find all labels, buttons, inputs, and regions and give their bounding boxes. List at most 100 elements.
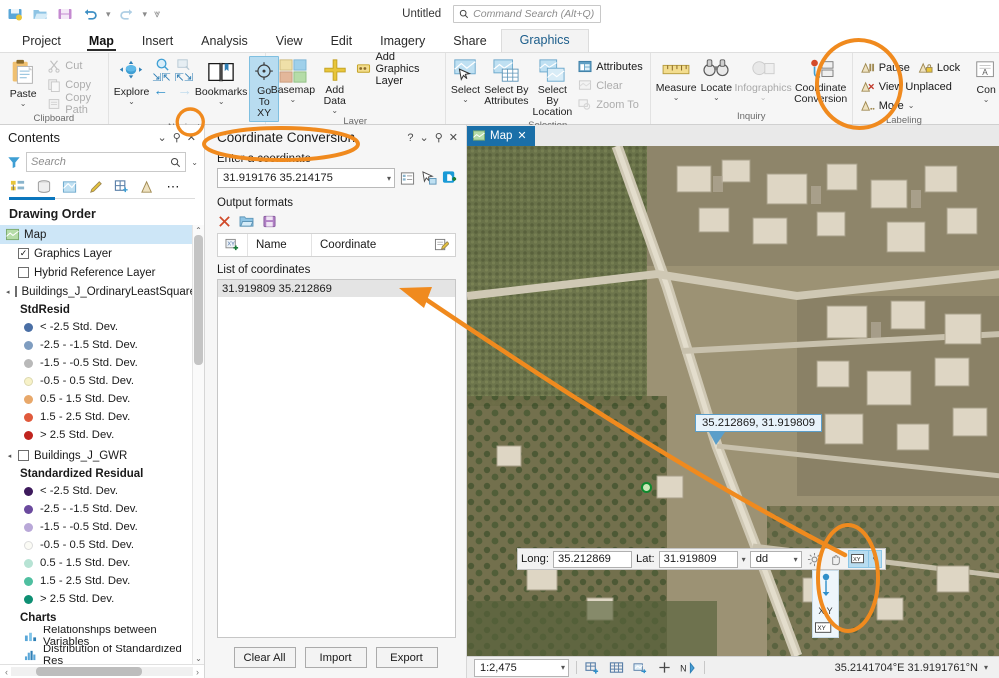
flash-location-icon[interactable] — [806, 551, 823, 568]
contents-vertical-scrollbar[interactable]: ⌃ ⌄ — [192, 225, 204, 664]
xy-capture-icon[interactable]: XY — [848, 550, 869, 568]
coordinates-dropdown-icon[interactable]: ▾ — [984, 663, 988, 672]
view-unplaced-button[interactable]: View Unplaced — [857, 77, 963, 96]
more-labeling-dropdown-icon[interactable]: ⌄ — [908, 102, 915, 109]
buildings-ols-checkbox[interactable] — [15, 286, 17, 297]
bookmarks-button[interactable]: Bookmarks ⌄ — [195, 56, 247, 107]
coordinate-input[interactable]: 31.919176 35.214175 ▾ — [217, 168, 395, 188]
expand-coordinate-icon[interactable] — [399, 170, 416, 187]
measure-dropdown-icon[interactable]: ⌄ — [673, 94, 680, 101]
add-output-format-icon[interactable]: XY — [218, 234, 248, 256]
menu-chevron-icon[interactable]: ⌄ — [417, 131, 432, 144]
ribbon-tab-edit[interactable]: Edit — [317, 31, 367, 52]
save-as-icon[interactable] — [56, 5, 74, 23]
buildings-gwr-checkbox[interactable] — [18, 450, 29, 461]
contents-pin-icon[interactable]: ⚲ — [170, 131, 184, 144]
xy-capture-icon[interactable]: XY — [815, 622, 837, 635]
more-labeling-button[interactable]: More ⌄ — [857, 96, 963, 115]
list-by-snapping-icon[interactable] — [113, 178, 130, 195]
contents-menu-chevron-icon[interactable]: ⌄ — [155, 131, 170, 144]
locate-dropdown-icon[interactable]: ⌄ — [713, 94, 720, 101]
list-by-selection-icon[interactable] — [61, 178, 78, 195]
convert-labels-dropdown-icon[interactable]: ⌄ — [983, 96, 990, 103]
ribbon-tab-graphics[interactable]: Graphics — [501, 29, 589, 52]
xy-dropdown-icon[interactable]: ▾ — [869, 550, 882, 568]
list-by-labeling-icon[interactable] — [139, 178, 156, 195]
clear-all-button[interactable]: Clear All — [234, 647, 296, 668]
select-by-location-button[interactable]: Select By Location — [532, 56, 574, 120]
graphics-layer-checkbox[interactable]: ✓ — [18, 248, 29, 259]
contents-close-icon[interactable]: ✕ — [184, 131, 199, 144]
hybrid-reference-layer-checkbox[interactable] — [18, 267, 29, 278]
add-data-button[interactable]: Add Data ⌄ — [318, 56, 351, 116]
tree-node-graphics-layer[interactable]: ✓ Graphics Layer — [0, 244, 204, 263]
map-view-tab[interactable]: Map ✕ — [467, 126, 535, 146]
undo-icon[interactable] — [81, 5, 99, 23]
coordinate-format-select[interactable]: dd ▾ — [750, 551, 802, 568]
ribbon-tab-view[interactable]: View — [262, 31, 317, 52]
save-formats-icon[interactable] — [262, 214, 276, 228]
list-by-data-source-icon[interactable] — [35, 178, 52, 195]
ribbon-tab-analysis[interactable]: Analysis — [187, 31, 262, 52]
sync-icon[interactable] — [632, 660, 649, 676]
scroll-up-icon[interactable]: ⌃ — [193, 226, 204, 235]
import-button[interactable]: Import — [305, 647, 367, 668]
coordinate-list-item[interactable]: 31.919809 35.212869 — [218, 280, 455, 297]
ribbon-tab-project[interactable]: Project — [8, 31, 75, 52]
explore-button[interactable]: Explore ⌄ — [113, 56, 151, 107]
paste-button[interactable]: Paste ⌄ — [4, 56, 42, 109]
ribbon-tab-map[interactable]: Map — [75, 31, 128, 52]
add-data-dropdown-icon[interactable]: ⌄ — [331, 107, 338, 114]
close-icon[interactable]: ✕ — [517, 129, 526, 142]
select-dropdown-icon[interactable]: ⌄ — [462, 96, 469, 103]
tree-node-buildings-ols[interactable]: ◂ Buildings_J_OrdinaryLeastSquares1 — [0, 282, 204, 301]
contents-search-input[interactable]: Search — [26, 152, 186, 172]
undo-dropdown-icon[interactable]: ▾ — [106, 9, 111, 20]
contents-search-options-icon[interactable]: ⌄ — [191, 158, 198, 167]
paste-dropdown-icon[interactable]: ⌄ — [20, 100, 27, 107]
help-icon[interactable]: ? — [404, 132, 416, 144]
convert-labels-button[interactable]: A Con ⌄ — [965, 58, 999, 105]
north-arrow-icon[interactable]: N — [680, 660, 697, 676]
contents-hscroll-thumb[interactable] — [36, 667, 142, 676]
pan-to-icon[interactable] — [827, 551, 844, 568]
basemap-dropdown-icon[interactable]: ⌄ — [290, 96, 297, 103]
explore-dropdown-icon[interactable]: ⌄ — [128, 98, 135, 105]
coordinate-conversion-button[interactable]: Coordinate Conversion — [793, 56, 848, 107]
ribbon-tab-insert[interactable]: Insert — [128, 31, 187, 52]
chevron-down-icon[interactable]: ▾ — [561, 663, 565, 672]
chart-list-item[interactable]: Relationships between Variables — [0, 626, 204, 645]
contents-scroll-thumb[interactable] — [194, 235, 203, 365]
redo-icon[interactable] — [118, 5, 136, 23]
contents-hscroll-track[interactable] — [11, 667, 193, 676]
pause-labeling-button[interactable]: Pause — [857, 58, 913, 77]
add-page-icon[interactable] — [584, 660, 601, 676]
lock-labeling-button[interactable]: Lock — [915, 58, 963, 77]
scroll-down-icon[interactable]: ⌄ — [193, 654, 204, 663]
map-point-tool-icon[interactable] — [420, 170, 437, 187]
select-by-attributes-button[interactable]: Select By Attributes — [483, 56, 529, 109]
lat-dropdown-icon[interactable]: ▾ — [742, 555, 746, 564]
expand-buildings-gwr-icon[interactable]: ◂ — [6, 452, 13, 460]
export-button[interactable]: Export — [376, 647, 438, 668]
tree-node-hybrid-reference-layer[interactable]: Hybrid Reference Layer — [0, 263, 204, 282]
measure-button[interactable]: Measure ⌄ — [655, 56, 698, 103]
grid-icon[interactable] — [608, 660, 625, 676]
chart-list-item[interactable]: Distribution of Standardized Res — [0, 645, 204, 664]
locate-button[interactable]: Locate ⌄ — [700, 56, 734, 103]
crosshair-icon[interactable] — [656, 660, 673, 676]
redo-dropdown-icon[interactable]: ▾ — [143, 9, 148, 20]
filter-icon[interactable] — [7, 155, 21, 169]
list-by-drawing-order-icon[interactable] — [9, 178, 26, 195]
xy-vertical-widget[interactable]: X Y XY — [812, 570, 839, 638]
lat-input[interactable]: 31.919809 — [659, 551, 738, 568]
add-coordinate-icon[interactable] — [441, 170, 458, 187]
list-by-editing-icon[interactable] — [87, 178, 104, 195]
tree-node-buildings-gwr[interactable]: ◂ Buildings_J_GWR — [0, 446, 204, 465]
add-graphics-layer-button[interactable]: Add Graphics Layer — [353, 59, 440, 78]
coordinate-input-dropdown-icon[interactable]: ▾ — [384, 174, 391, 183]
attributes-button[interactable]: Attributes — [575, 57, 645, 76]
ribbon-tab-imagery[interactable]: Imagery — [366, 31, 439, 52]
select-button[interactable]: Select ⌄ — [450, 56, 482, 105]
basemap-button[interactable]: Basemap ⌄ — [270, 56, 316, 105]
